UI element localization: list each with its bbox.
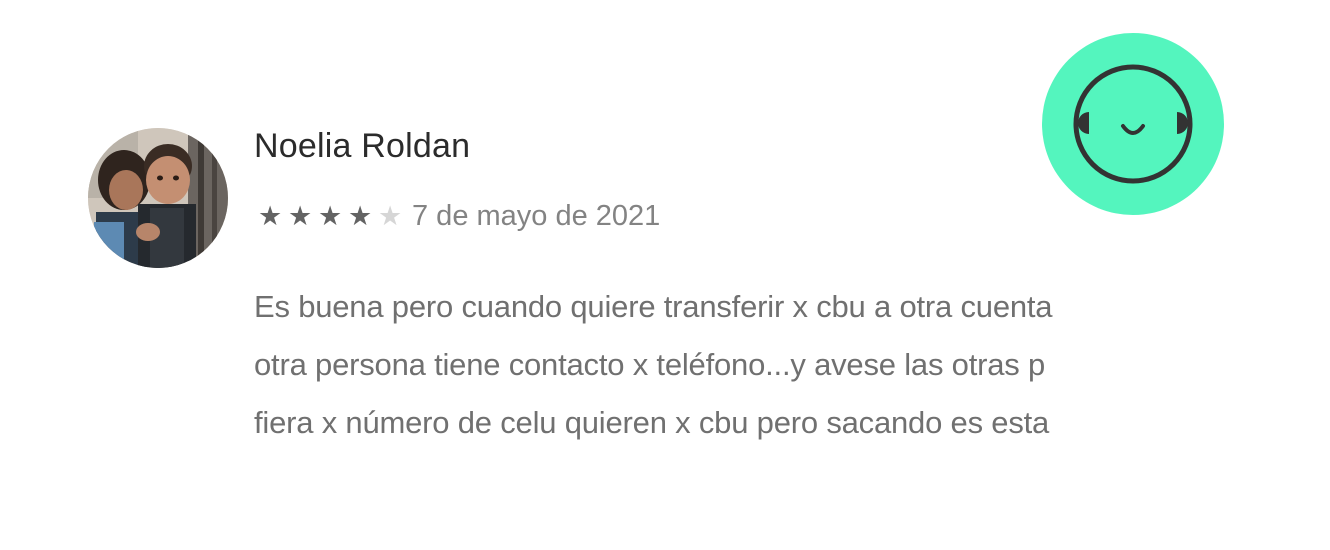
review-card: Noelia Roldan ★ ★ ★ ★ ★ 7 de mayo de 202… <box>0 0 1330 550</box>
review-date: 7 de mayo de 2021 <box>412 200 661 232</box>
smiley-face-icon <box>1073 64 1193 184</box>
star-icon: ★ <box>348 201 373 231</box>
star-rating: ★ ★ ★ ★ ★ 7 de mayo de 2021 <box>258 196 660 236</box>
author-name: Noelia Roldan <box>254 127 471 165</box>
review-text-line: Es buena pero cuando quiere transferir x… <box>254 289 1053 324</box>
star-icon: ★ <box>288 201 313 231</box>
star-icon: ★ <box>258 201 283 231</box>
mood-badge <box>1042 33 1224 215</box>
avatar-photo <box>88 128 228 268</box>
star-icon: ★ <box>318 201 343 231</box>
review-text: Es buena pero cuando quiere transferir x… <box>254 278 1330 452</box>
review-text-line: fiera x número de celu quieren x cbu per… <box>254 405 1050 440</box>
star-empty-icon: ★ <box>378 201 403 231</box>
review-text-line: otra persona tiene contacto x teléfono..… <box>254 347 1046 382</box>
avatar[interactable] <box>88 128 228 268</box>
